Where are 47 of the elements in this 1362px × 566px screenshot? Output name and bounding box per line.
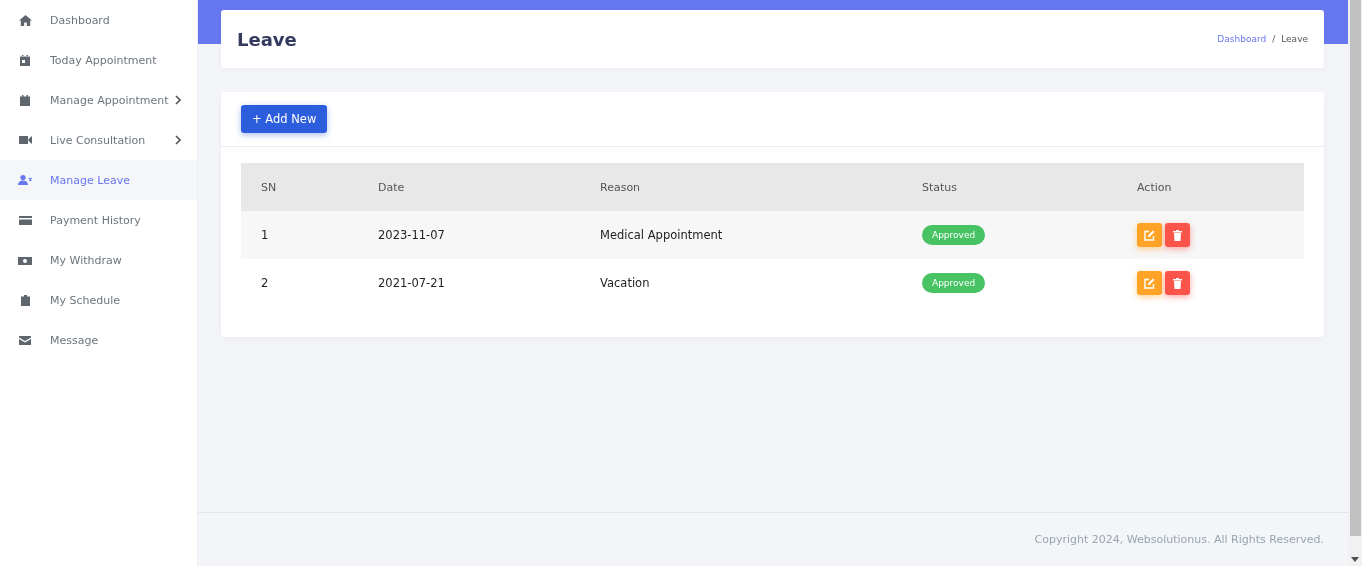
column-header: Date [358, 163, 580, 211]
user-remove-icon [18, 175, 32, 185]
envelope-icon [19, 335, 31, 345]
column-header: Reason [580, 163, 902, 211]
table-cell: Vacation [580, 259, 902, 307]
status-badge: Approved [922, 273, 986, 293]
table-cell: 1 [241, 211, 358, 259]
calendar-icon [20, 54, 30, 66]
column-header: Action [1117, 163, 1304, 211]
table-cell: 2 [241, 259, 358, 307]
delete-button[interactable] [1165, 223, 1190, 247]
sidebar-item[interactable]: My Schedule [0, 280, 197, 320]
sidebar-item[interactable]: Manage Leave [0, 160, 197, 200]
edit-button[interactable] [1137, 271, 1162, 295]
sidebar-item[interactable]: My Withdraw [0, 240, 197, 280]
delete-button[interactable] [1165, 271, 1190, 295]
clipboard-icon [20, 294, 30, 306]
sidebar-item[interactable]: Dashboard [0, 0, 197, 40]
breadcrumb-text: Leave [1281, 34, 1308, 44]
table-cell: 2021-07-21 [358, 259, 580, 307]
edit-icon [1144, 277, 1155, 289]
column-header: Status [902, 163, 1117, 211]
credit-card-icon [18, 215, 32, 225]
breadcrumb-link[interactable]: Dashboard [1217, 34, 1267, 44]
calendar-icon [20, 94, 30, 106]
sidebar-item[interactable]: Live Consultation [0, 120, 197, 160]
sidebar-item[interactable]: Today Appointment [0, 40, 197, 80]
trash-icon [1173, 277, 1182, 289]
breadcrumb-text: / [1272, 34, 1276, 44]
sidebar-item[interactable]: Manage Appointment [0, 80, 197, 120]
table-cell: 2023-11-07 [358, 211, 580, 259]
edit-button[interactable] [1137, 223, 1162, 247]
scroll-down-icon[interactable] [1351, 557, 1359, 562]
table-cell: Medical Appointment [580, 211, 902, 259]
sidebar-item[interactable]: Payment History [0, 200, 197, 240]
copyright-text: Copyright 2024, Websolutionus. All Rights Reserved. [1034, 533, 1324, 546]
trash-icon [1173, 229, 1182, 241]
sidebar-item[interactable]: Message [0, 320, 197, 360]
add-new-button[interactable]: + Add New [241, 105, 328, 133]
edit-icon [1144, 229, 1155, 241]
banknote-icon [18, 255, 32, 265]
scrollbar-thumb[interactable] [1349, 0, 1361, 536]
page-title: Leave [237, 28, 297, 50]
column-header: SN [241, 163, 358, 211]
video-camera-icon [18, 136, 32, 144]
status-badge: Approved [922, 225, 986, 245]
home-icon [18, 14, 32, 26]
